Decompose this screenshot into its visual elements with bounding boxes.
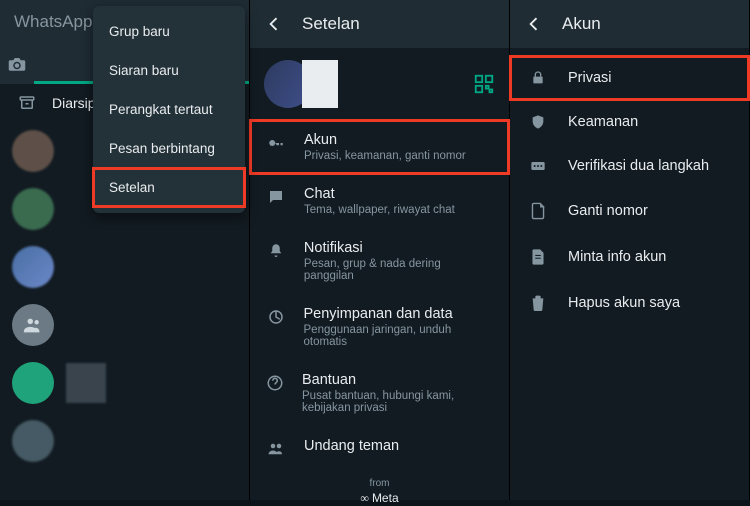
menu-siaran-baru[interactable]: Siaran baru [93, 51, 245, 90]
chat-icon [266, 186, 286, 206]
from-label: from [250, 478, 509, 489]
menu-pesan-berbintang[interactable]: Pesan berbintang [93, 129, 245, 168]
bell-icon [266, 240, 286, 260]
settings-item-chat[interactable]: ChatTema, wallpaper, riwayat chat [250, 174, 509, 228]
chat-row[interactable] [0, 412, 249, 470]
archive-icon [18, 94, 36, 112]
back-icon[interactable] [264, 14, 284, 34]
app-title: WhatsApp [14, 12, 92, 32]
shield-icon [528, 114, 548, 130]
settings-list: Akun Privasi, keamanan, ganti nomor ChatT… [250, 120, 509, 470]
settings-item-notifikasi[interactable]: NotifikasiPesan, grup & nada dering pang… [250, 228, 509, 294]
account-item-minta-info[interactable]: Minta info akun [510, 234, 749, 280]
sim-icon [528, 202, 548, 220]
settings-item-undang[interactable]: Undang teman [250, 426, 509, 470]
account-header: Akun [510, 0, 749, 48]
trash-icon [528, 294, 548, 312]
menu-setelan[interactable]: Setelan [93, 168, 245, 207]
account-item-hapus[interactable]: Hapus akun saya [510, 280, 749, 326]
settings-title: Setelan [302, 14, 360, 34]
account-screen: Akun Privasi Keamanan Verifikasi dua lan… [510, 0, 750, 500]
chat-row[interactable] [0, 354, 249, 412]
account-item-privasi[interactable]: Privasi [510, 56, 749, 100]
invite-icon [266, 438, 286, 458]
group-icon [12, 304, 54, 346]
chat-row[interactable] [0, 238, 249, 296]
camera-icon[interactable] [0, 56, 34, 72]
account-item-keamanan[interactable]: Keamanan [510, 100, 749, 144]
account-item-ganti-nomor[interactable]: Ganti nomor [510, 188, 749, 234]
account-list: Privasi Keamanan Verifikasi dua langkah … [510, 48, 749, 326]
settings-item-akun[interactable]: Akun Privasi, keamanan, ganti nomor [250, 120, 509, 174]
settings-screen: Setelan Akun Privasi, keamanan, ganti nom… [250, 0, 510, 500]
chat-row[interactable] [0, 296, 249, 354]
account-item-verifikasi[interactable]: Verifikasi dua langkah [510, 144, 749, 188]
overflow-menu: Grup baru Siaran baru Perangkat tertaut … [93, 6, 245, 213]
meta-brand: ∞ Meta [250, 491, 509, 506]
settings-header: Setelan [250, 0, 509, 48]
settings-item-sub: Privasi, keamanan, ganti nomor [304, 150, 466, 162]
help-icon [266, 372, 284, 392]
back-icon[interactable] [524, 14, 544, 34]
account-title: Akun [562, 14, 601, 34]
menu-perangkat-tertaut[interactable]: Perangkat tertaut [93, 90, 245, 129]
document-icon [528, 248, 548, 266]
profile-avatar [264, 60, 338, 108]
data-icon [266, 306, 286, 326]
chats-screen: WhatsApp CHAT Diarsipkan Grup baru Siara… [0, 0, 250, 500]
settings-item-penyimpanan[interactable]: Penyimpanan dan dataPenggunaan jaringan,… [250, 294, 509, 360]
key-icon [266, 132, 286, 152]
qr-icon[interactable] [473, 73, 495, 95]
account-item-label: Privasi [568, 70, 612, 86]
settings-item-bantuan[interactable]: BantuanPusat bantuan, hubungi kami, kebi… [250, 360, 509, 426]
profile-row[interactable] [250, 48, 509, 120]
pin-icon [528, 160, 548, 172]
settings-item-title: Akun [304, 132, 466, 148]
lock-icon [528, 70, 548, 86]
menu-grup-baru[interactable]: Grup baru [93, 12, 245, 51]
